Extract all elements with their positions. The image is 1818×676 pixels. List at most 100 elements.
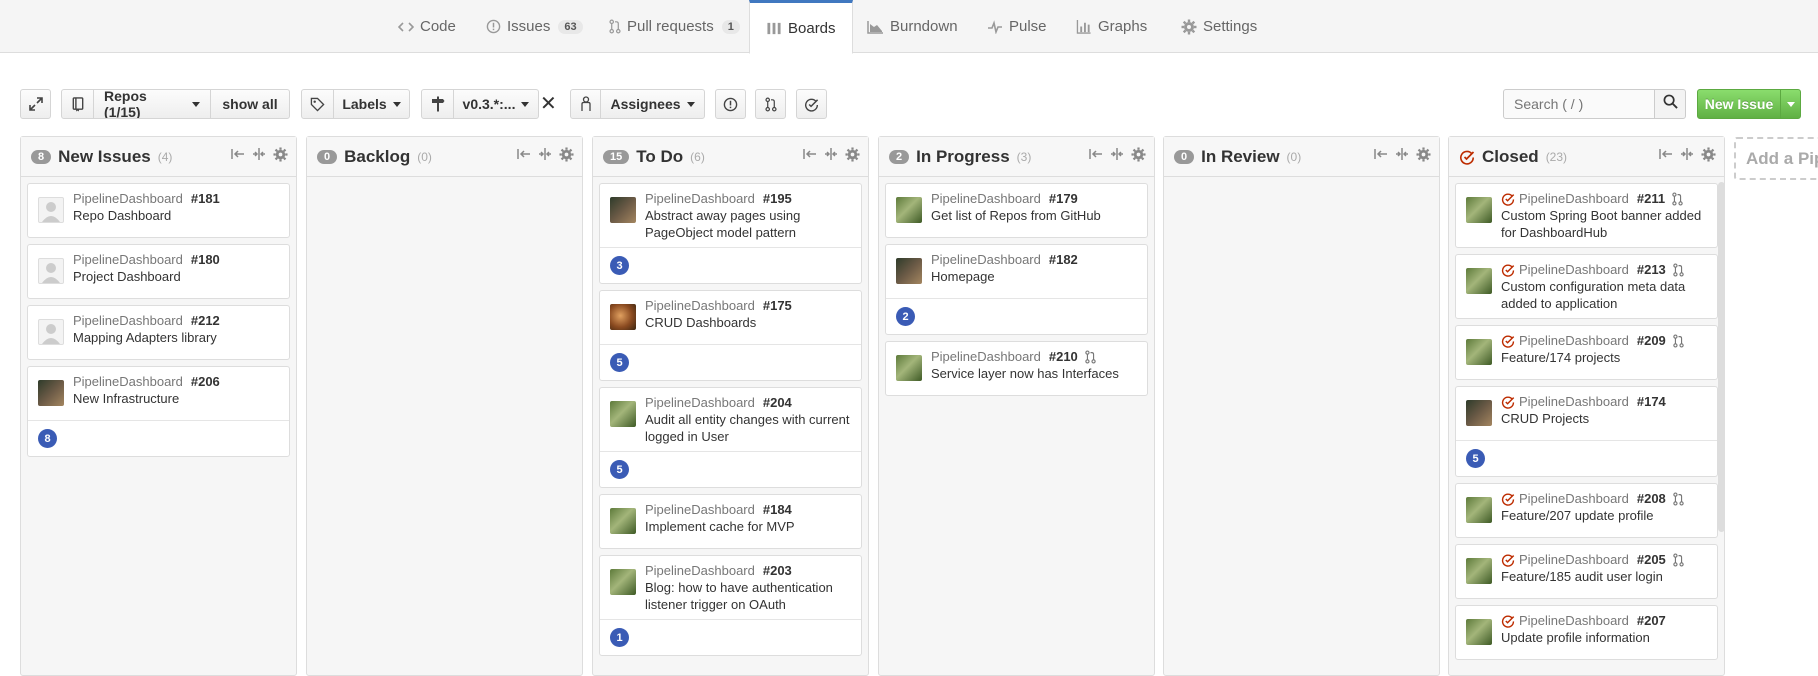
search-input[interactable]: [1503, 89, 1655, 119]
issue-title[interactable]: Feature/185 audit user login: [1501, 568, 1709, 585]
gear-icon[interactable]: [1131, 146, 1146, 167]
issue-title[interactable]: Get list of Repos from GitHub: [931, 207, 1139, 224]
tab-graphs[interactable]: Graphs: [1076, 0, 1147, 53]
avatar[interactable]: [1466, 339, 1492, 365]
expand-pipeline-icon[interactable]: [1395, 147, 1409, 166]
avatar[interactable]: [1466, 497, 1492, 523]
avatar[interactable]: [38, 258, 64, 284]
issue-card[interactable]: PipelineDashboard #179 Get list of Repos f…: [885, 183, 1148, 238]
issue-number[interactable]: #212: [191, 312, 220, 329]
collapse-pipeline-icon[interactable]: [231, 147, 245, 166]
issue-card[interactable]: PipelineDashboard #212 Mapping Adapters li…: [27, 305, 290, 360]
tab-pulse[interactable]: Pulse: [987, 0, 1047, 53]
new-issue-dropdown[interactable]: [1780, 90, 1800, 118]
issue-number[interactable]: #208: [1637, 490, 1666, 507]
expand-pipeline-icon[interactable]: [538, 147, 552, 166]
issue-card[interactable]: PipelineDashboard #195 Abstract away pages…: [599, 183, 862, 284]
avatar[interactable]: [38, 380, 64, 406]
issue-number[interactable]: #182: [1049, 251, 1078, 268]
tab-settings[interactable]: Settings: [1181, 0, 1257, 53]
repos-dropdown[interactable]: Repos (1/15): [94, 90, 211, 118]
issue-title[interactable]: Implement cache for MVP: [645, 518, 853, 535]
issue-card[interactable]: PipelineDashboard #203 Blog: how to have a…: [599, 555, 862, 656]
issue-title[interactable]: Abstract away pages using PageObject mod…: [645, 207, 853, 241]
gear-icon[interactable]: [559, 146, 574, 167]
expand-pipeline-icon[interactable]: [1110, 147, 1124, 166]
show-all-button[interactable]: show all: [211, 90, 289, 118]
avatar[interactable]: [1466, 268, 1492, 294]
issue-title[interactable]: New Infrastructure: [73, 390, 281, 407]
add-pipeline-button[interactable]: Add a Pip: [1734, 137, 1818, 180]
issue-title[interactable]: CRUD Dashboards: [645, 314, 853, 331]
clear-filter-button[interactable]: ✕: [540, 90, 557, 118]
issue-number[interactable]: #206: [191, 373, 220, 390]
avatar[interactable]: [38, 319, 64, 345]
avatar[interactable]: [610, 401, 636, 427]
issue-title[interactable]: Service layer now has Interfaces: [931, 365, 1139, 382]
issue-card[interactable]: PipelineDashboard #204 Audit all entity ch…: [599, 387, 862, 488]
avatar[interactable]: [1466, 400, 1492, 426]
issue-number[interactable]: #207: [1637, 612, 1666, 629]
filter-closed-button[interactable]: [796, 89, 827, 119]
expand-board-button[interactable]: [20, 89, 51, 119]
assignees-dropdown[interactable]: Assignees: [601, 90, 704, 118]
avatar[interactable]: [610, 197, 636, 223]
issue-number[interactable]: #195: [763, 190, 792, 207]
issue-card[interactable]: PipelineDashboard #208 Feature/207 update …: [1455, 483, 1718, 538]
collapse-pipeline-icon[interactable]: [1659, 147, 1673, 166]
avatar[interactable]: [610, 304, 636, 330]
avatar[interactable]: [38, 197, 64, 223]
issue-number[interactable]: #209: [1637, 332, 1666, 349]
expand-pipeline-icon[interactable]: [1680, 147, 1694, 166]
issue-number[interactable]: #213: [1637, 261, 1666, 278]
issue-title[interactable]: Custom configuration meta data added to …: [1501, 278, 1709, 312]
issue-title[interactable]: Audit all entity changes with current lo…: [645, 411, 853, 445]
avatar[interactable]: [896, 355, 922, 381]
issue-number[interactable]: #184: [763, 501, 792, 518]
expand-pipeline-icon[interactable]: [824, 147, 838, 166]
issue-title[interactable]: Feature/207 update profile: [1501, 507, 1709, 524]
issue-card[interactable]: PipelineDashboard #175 CRUD Dashboards 5: [599, 290, 862, 381]
tab-pull-requests[interactable]: Pull requests 1: [609, 0, 740, 53]
issue-title[interactable]: Mapping Adapters library: [73, 329, 281, 346]
issue-number[interactable]: #174: [1637, 393, 1666, 410]
issue-number[interactable]: #203: [763, 562, 792, 579]
expand-pipeline-icon[interactable]: [252, 147, 266, 166]
issue-title[interactable]: Homepage: [931, 268, 1139, 285]
issue-title[interactable]: Update profile information: [1501, 629, 1709, 646]
issue-number[interactable]: #205: [1637, 551, 1666, 568]
issue-card[interactable]: PipelineDashboard #181 Repo Dashboard: [27, 183, 290, 238]
avatar[interactable]: [1466, 558, 1492, 584]
issue-card[interactable]: PipelineDashboard #205 Feature/185 audit u…: [1455, 544, 1718, 599]
issue-card[interactable]: PipelineDashboard #180 Project Dashboard: [27, 244, 290, 299]
tab-code[interactable]: Code: [398, 0, 456, 53]
issue-number[interactable]: #180: [191, 251, 220, 268]
issue-number[interactable]: #175: [763, 297, 792, 314]
gear-icon[interactable]: [273, 146, 288, 167]
avatar[interactable]: [896, 258, 922, 284]
tab-issues[interactable]: Issues 63: [486, 0, 583, 53]
avatar[interactable]: [1466, 197, 1492, 223]
avatar[interactable]: [1466, 619, 1492, 645]
issue-card[interactable]: PipelineDashboard #184 Implement cache for…: [599, 494, 862, 549]
issue-card[interactable]: PipelineDashboard #210 Service layer now h…: [885, 341, 1148, 396]
labels-dropdown[interactable]: Labels: [334, 90, 409, 118]
issue-card[interactable]: PipelineDashboard #182 Homepage 2: [885, 244, 1148, 335]
milestone-dropdown[interactable]: v0.3.*:...: [454, 90, 538, 118]
tab-burndown[interactable]: Burndown: [867, 0, 958, 53]
avatar[interactable]: [896, 197, 922, 223]
issue-number[interactable]: #179: [1049, 190, 1078, 207]
issue-card[interactable]: PipelineDashboard #206 New Infrastructure 8: [27, 366, 290, 457]
issue-number[interactable]: #210: [1049, 348, 1078, 365]
collapse-pipeline-icon[interactable]: [803, 147, 817, 166]
issue-card[interactable]: PipelineDashboard #211 Custom Spring Boot …: [1455, 183, 1718, 248]
issue-title[interactable]: CRUD Projects: [1501, 410, 1709, 427]
issue-card[interactable]: PipelineDashboard #207 Update profile info…: [1455, 605, 1718, 660]
issue-title[interactable]: Project Dashboard: [73, 268, 281, 285]
gear-icon[interactable]: [845, 146, 860, 167]
gear-icon[interactable]: [1701, 146, 1716, 167]
search-button[interactable]: [1654, 89, 1686, 119]
issue-card[interactable]: PipelineDashboard #174 CRUD Projects 5: [1455, 386, 1718, 477]
issue-title[interactable]: Repo Dashboard: [73, 207, 281, 224]
issue-number[interactable]: #204: [763, 394, 792, 411]
